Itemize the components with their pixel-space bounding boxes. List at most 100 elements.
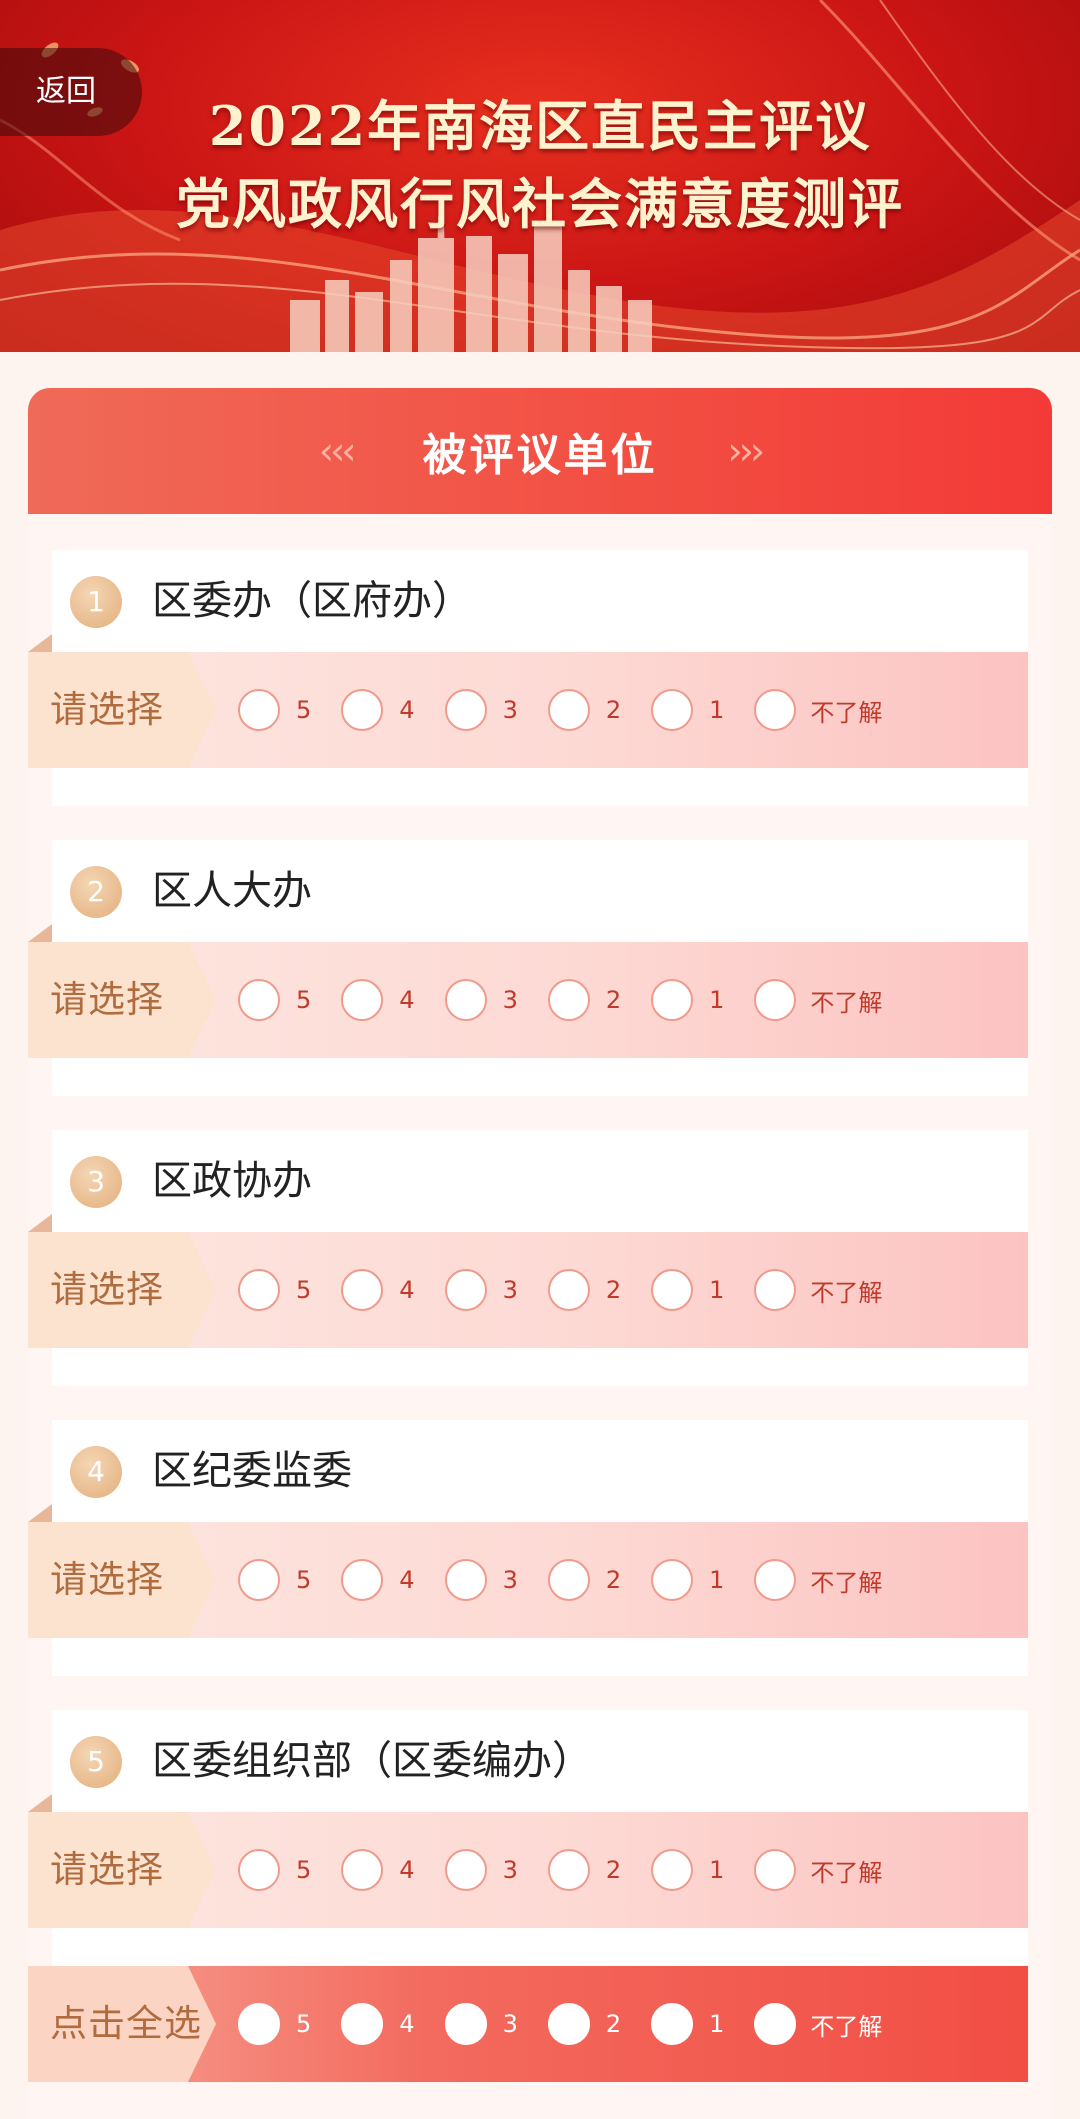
unit-name: 区委办（区府办） bbox=[152, 578, 472, 624]
rating-option[interactable]: 不了解 bbox=[754, 1269, 882, 1311]
radio-button[interactable] bbox=[444, 979, 487, 1021]
radio-button[interactable] bbox=[754, 689, 797, 731]
radio-button[interactable] bbox=[754, 979, 797, 1021]
rating-option[interactable]: 不了解 bbox=[754, 1559, 882, 1601]
radio-button[interactable] bbox=[754, 2003, 797, 2045]
select-all-label: 点击全选 bbox=[50, 2002, 202, 2045]
radio-button[interactable] bbox=[238, 1269, 280, 1311]
chevron-left-icon: ‹‹‹ bbox=[318, 429, 357, 473]
corner-fold-icon bbox=[28, 634, 52, 652]
radio-button[interactable] bbox=[238, 2003, 280, 2045]
radio-button[interactable] bbox=[341, 1269, 384, 1311]
corner-fold-icon bbox=[28, 1794, 52, 1812]
rating-option[interactable]: 5 bbox=[238, 1849, 311, 1891]
select-all-option[interactable]: 1 bbox=[651, 2003, 724, 2045]
banner: 返回 2022年南海区直民主评议 党风政风行风社会满意度测评 bbox=[0, 0, 1080, 352]
rating-option[interactable]: 不了解 bbox=[754, 689, 882, 731]
select-prompt-tag: 请选择 bbox=[28, 1812, 216, 1928]
unit-row: 2 区人大办 请选择 5 4 3 2 1 不了解 bbox=[28, 840, 1052, 1096]
radio-button[interactable] bbox=[444, 689, 487, 731]
radio-button[interactable] bbox=[444, 1269, 487, 1311]
rating-option[interactable]: 不了解 bbox=[754, 1849, 882, 1891]
rating-option[interactable]: 2 bbox=[547, 979, 622, 1021]
radio-button[interactable] bbox=[341, 979, 384, 1021]
radio-button[interactable] bbox=[651, 1849, 694, 1891]
radio-button[interactable] bbox=[547, 689, 590, 731]
option-label: 1 bbox=[709, 1856, 725, 1884]
radio-button[interactable] bbox=[754, 1849, 797, 1891]
radio-button[interactable] bbox=[238, 1849, 280, 1891]
select-all-tag[interactable]: 点击全选 bbox=[28, 1966, 216, 2082]
option-label: 1 bbox=[709, 696, 725, 724]
radio-button[interactable] bbox=[754, 1559, 797, 1601]
radio-button[interactable] bbox=[547, 1849, 590, 1891]
radio-button[interactable] bbox=[547, 2003, 590, 2045]
radio-button[interactable] bbox=[651, 979, 694, 1021]
select-all-option[interactable]: 不了解 bbox=[754, 2003, 882, 2045]
corner-fold-icon bbox=[28, 924, 52, 942]
rating-option[interactable]: 3 bbox=[444, 1559, 518, 1601]
evaluation-card: ‹‹‹ 被评议单位 ››› 1 区委办（区府办） 请选择 5 4 3 2 1 不了解 2 区人大办请… bbox=[28, 388, 1052, 2119]
option-label: 3 bbox=[502, 986, 518, 1014]
rating-option[interactable]: 1 bbox=[651, 689, 724, 731]
rating-option[interactable]: 2 bbox=[547, 1849, 621, 1891]
radio-button[interactable] bbox=[444, 2003, 487, 2045]
rating-option[interactable]: 3 bbox=[444, 1269, 518, 1311]
radio-button[interactable] bbox=[341, 2003, 384, 2045]
radio-button[interactable] bbox=[444, 1559, 487, 1601]
select-prompt-tag: 请选择 bbox=[28, 942, 216, 1058]
radio-button[interactable] bbox=[341, 1849, 384, 1891]
rating-option[interactable]: 1 bbox=[651, 979, 724, 1021]
rating-option[interactable]: 1 bbox=[651, 1269, 724, 1311]
rating-option[interactable]: 4 bbox=[341, 1269, 415, 1311]
rating-option[interactable]: 3 bbox=[444, 689, 518, 731]
unit-name: 区纪委监委 bbox=[152, 1448, 352, 1494]
rating-option[interactable]: 4 bbox=[341, 1559, 415, 1601]
radio-button[interactable] bbox=[238, 979, 280, 1021]
select-prompt-label: 请选择 bbox=[50, 1268, 164, 1311]
radio-button[interactable] bbox=[547, 979, 590, 1021]
unit-number-badge: 3 bbox=[70, 1156, 122, 1208]
rating-option[interactable]: 4 bbox=[341, 979, 415, 1021]
rating-option[interactable]: 3 bbox=[444, 1849, 518, 1891]
select-all-option[interactable]: 2 bbox=[547, 2003, 621, 2045]
option-label: 3 bbox=[502, 1856, 518, 1884]
select-prompt-label: 请选择 bbox=[50, 1848, 164, 1891]
option-label: 2 bbox=[605, 986, 622, 1014]
select-all-option[interactable]: 3 bbox=[444, 2003, 518, 2045]
radio-button[interactable] bbox=[754, 1269, 797, 1311]
radio-button[interactable] bbox=[651, 689, 694, 731]
radio-button[interactable] bbox=[651, 2003, 694, 2045]
radio-button[interactable] bbox=[341, 1559, 384, 1601]
rating-option[interactable]: 5 bbox=[238, 1269, 311, 1311]
radio-button[interactable] bbox=[341, 689, 384, 731]
option-label: 2 bbox=[605, 696, 622, 724]
option-label: 3 bbox=[502, 1566, 518, 1594]
radio-button[interactable] bbox=[444, 1849, 487, 1891]
rating-options: 5 4 3 2 1 不了解 bbox=[238, 652, 912, 768]
radio-button[interactable] bbox=[547, 1269, 590, 1311]
rating-option[interactable]: 3 bbox=[444, 979, 518, 1021]
rating-option[interactable]: 5 bbox=[238, 689, 311, 731]
radio-button[interactable] bbox=[651, 1269, 694, 1311]
rating-options: 5 4 3 2 1 不了解 bbox=[238, 1812, 912, 1928]
rating-option[interactable]: 1 bbox=[651, 1559, 724, 1601]
radio-button[interactable] bbox=[651, 1559, 694, 1601]
select-all-option[interactable]: 5 bbox=[238, 2003, 311, 2045]
rating-option[interactable]: 5 bbox=[238, 979, 311, 1021]
rating-option[interactable]: 5 bbox=[238, 1559, 311, 1601]
rating-option[interactable]: 不了解 bbox=[754, 979, 882, 1021]
radio-button[interactable] bbox=[238, 1559, 280, 1601]
rating-option[interactable]: 1 bbox=[651, 1849, 724, 1891]
rating-option[interactable]: 2 bbox=[547, 1559, 621, 1601]
rating-option[interactable]: 4 bbox=[341, 1849, 415, 1891]
radio-button[interactable] bbox=[547, 1559, 590, 1601]
radio-button[interactable] bbox=[238, 689, 280, 731]
option-label: 不了解 bbox=[810, 1858, 883, 1887]
rating-option[interactable]: 4 bbox=[341, 689, 415, 731]
rating-option[interactable]: 2 bbox=[547, 689, 622, 731]
page-title-line2: 党风政风行风社会满意度测评 bbox=[176, 172, 904, 236]
select-all-option[interactable]: 4 bbox=[341, 2003, 415, 2045]
option-label: 4 bbox=[399, 2010, 415, 2038]
rating-option[interactable]: 2 bbox=[547, 1269, 621, 1311]
